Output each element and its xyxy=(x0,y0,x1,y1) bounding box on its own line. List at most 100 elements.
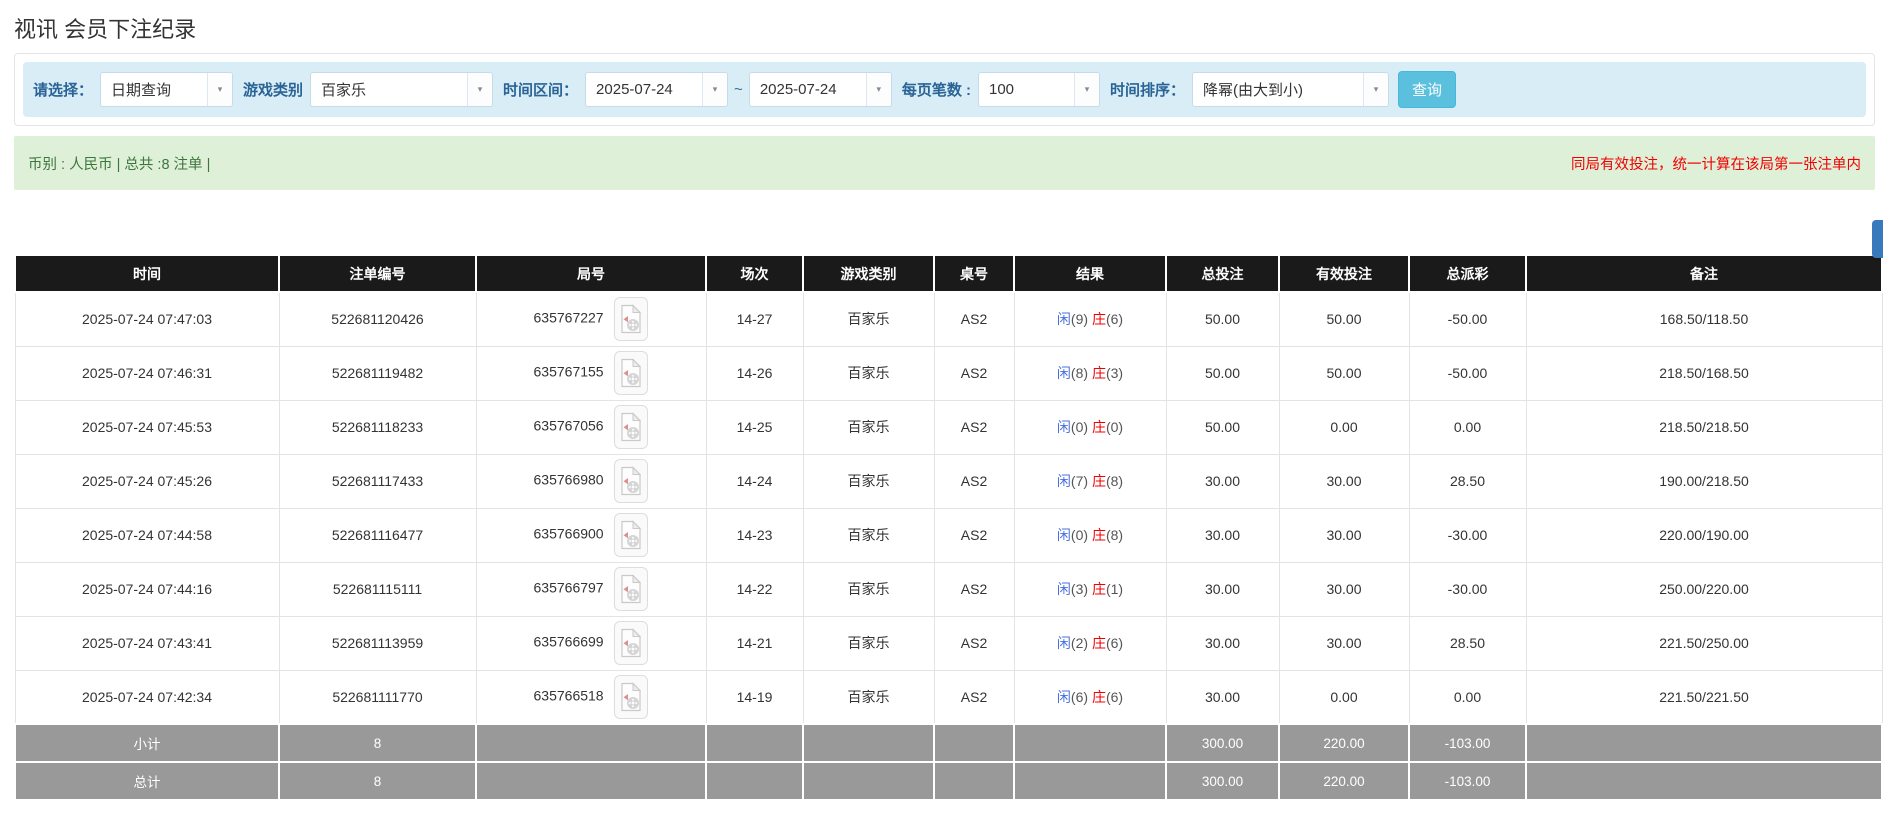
query-type-value: 日期查询 xyxy=(101,73,207,106)
time-sort-value: 降幂(由大到小) xyxy=(1193,73,1363,106)
table-row: 2025-07-24 07:44:16522681115111635766797… xyxy=(15,562,1882,616)
cell-result: 闲(0) 庄(8) xyxy=(1014,508,1166,562)
cell-session: 14-19 xyxy=(706,670,803,724)
cell-valid-bet: 0.00 xyxy=(1279,670,1409,724)
export-button-partial[interactable] xyxy=(1872,220,1883,258)
video-playback-icon[interactable] xyxy=(614,459,648,503)
filter-bar: 请选择： 日期查询 ▾ 游戏类别 百家乐 ▾ 时间区间： 2025-07-24 … xyxy=(23,62,1866,117)
cell-bet-id: 522681119482 xyxy=(279,346,476,400)
cell-payout: 0.00 xyxy=(1409,400,1526,454)
chevron-down-icon[interactable]: ▾ xyxy=(1363,73,1388,106)
empty-cell xyxy=(934,724,1014,762)
cell-note: 221.50/221.50 xyxy=(1526,670,1882,724)
cell-session: 14-23 xyxy=(706,508,803,562)
table-row: 2025-07-24 07:47:03522681120426635767227… xyxy=(15,292,1882,346)
cell-valid-bet: 30.00 xyxy=(1279,562,1409,616)
date-to-value: 2025-07-24 xyxy=(750,73,866,106)
subtotal-row: 小计 8 300.00 220.00 -103.00 xyxy=(15,724,1882,762)
cell-payout: -50.00 xyxy=(1409,346,1526,400)
cell-session: 14-22 xyxy=(706,562,803,616)
table-row: 2025-07-24 07:45:53522681118233635767056… xyxy=(15,400,1882,454)
cell-result: 闲(7) 庄(8) xyxy=(1014,454,1166,508)
subtotal-valid-bet: 220.00 xyxy=(1279,724,1409,762)
cell-note: 220.00/190.00 xyxy=(1526,508,1882,562)
total-valid-bet: 220.00 xyxy=(1279,762,1409,800)
query-type-select[interactable]: 日期查询 ▾ xyxy=(100,72,233,107)
cell-note: 168.50/118.50 xyxy=(1526,292,1882,346)
cell-table-no: AS2 xyxy=(934,562,1014,616)
col-header-note: 备注 xyxy=(1526,255,1882,292)
cell-table-no: AS2 xyxy=(934,508,1014,562)
chevron-down-icon[interactable]: ▾ xyxy=(467,73,492,106)
cell-valid-bet: 30.00 xyxy=(1279,616,1409,670)
cell-table-no: AS2 xyxy=(934,454,1014,508)
date-to-picker[interactable]: 2025-07-24 ▾ xyxy=(749,72,892,107)
cell-time: 2025-07-24 07:44:58 xyxy=(15,508,279,562)
col-header-round: 局号 xyxy=(476,255,706,292)
betting-records-table: 时间 注单编号 局号 场次 游戏类别 桌号 结果 总投注 有效投注 总派彩 备注… xyxy=(14,254,1883,801)
cell-payout: -50.00 xyxy=(1409,292,1526,346)
cell-note: 218.50/168.50 xyxy=(1526,346,1882,400)
filter-panel: 请选择： 日期查询 ▾ 游戏类别 百家乐 ▾ 时间区间： 2025-07-24 … xyxy=(14,53,1875,126)
cell-payout: 28.50 xyxy=(1409,454,1526,508)
cell-round: 635766518 xyxy=(476,670,706,724)
summary-warning-note: 同局有效投注，统一计算在该局第一张注单内 xyxy=(1571,153,1861,174)
cell-table-no: AS2 xyxy=(934,400,1014,454)
cell-payout: -30.00 xyxy=(1409,508,1526,562)
cell-total-bet: 50.00 xyxy=(1166,346,1279,400)
col-header-time: 时间 xyxy=(15,255,279,292)
table-row: 2025-07-24 07:44:58522681116477635766900… xyxy=(15,508,1882,562)
time-sort-select[interactable]: 降幂(由大到小) ▾ xyxy=(1192,72,1389,107)
cell-valid-bet: 0.00 xyxy=(1279,400,1409,454)
cell-result: 闲(9) 庄(6) xyxy=(1014,292,1166,346)
video-playback-icon[interactable] xyxy=(614,297,648,341)
total-row: 总计 8 300.00 220.00 -103.00 xyxy=(15,762,1882,800)
col-header-table-no: 桌号 xyxy=(934,255,1014,292)
cell-result: 闲(8) 庄(3) xyxy=(1014,346,1166,400)
cell-time: 2025-07-24 07:42:34 xyxy=(15,670,279,724)
search-button[interactable]: 查询 xyxy=(1398,71,1456,108)
per-page-label: 每页笔数 : xyxy=(902,79,971,100)
cell-game-type: 百家乐 xyxy=(803,454,934,508)
per-page-select[interactable]: 100 ▾ xyxy=(978,72,1100,107)
chevron-down-icon[interactable]: ▾ xyxy=(207,73,232,106)
cell-result: 闲(3) 庄(1) xyxy=(1014,562,1166,616)
video-playback-icon[interactable] xyxy=(614,405,648,449)
col-header-game-type: 游戏类别 xyxy=(803,255,934,292)
video-playback-icon[interactable] xyxy=(614,513,648,557)
subtotal-payout: -103.00 xyxy=(1409,724,1526,762)
cell-time: 2025-07-24 07:45:26 xyxy=(15,454,279,508)
game-type-select[interactable]: 百家乐 ▾ xyxy=(310,72,493,107)
chevron-down-icon[interactable]: ▾ xyxy=(702,73,727,106)
cell-total-bet: 50.00 xyxy=(1166,400,1279,454)
cell-round: 635767155 xyxy=(476,346,706,400)
cell-bet-id: 522681113959 xyxy=(279,616,476,670)
empty-cell xyxy=(1526,762,1882,800)
video-playback-icon[interactable] xyxy=(614,567,648,611)
game-type-value: 百家乐 xyxy=(311,73,467,106)
video-playback-icon[interactable] xyxy=(614,351,648,395)
cell-game-type: 百家乐 xyxy=(803,508,934,562)
video-playback-icon[interactable] xyxy=(614,621,648,665)
subtotal-total-bet: 300.00 xyxy=(1166,724,1279,762)
chevron-down-icon[interactable]: ▾ xyxy=(1074,73,1099,106)
chevron-down-icon[interactable]: ▾ xyxy=(866,73,891,106)
cell-payout: -30.00 xyxy=(1409,562,1526,616)
empty-cell xyxy=(934,762,1014,800)
cell-valid-bet: 30.00 xyxy=(1279,508,1409,562)
cell-table-no: AS2 xyxy=(934,346,1014,400)
cell-total-bet: 50.00 xyxy=(1166,292,1279,346)
total-count: 8 xyxy=(279,762,476,800)
cell-result: 闲(6) 庄(6) xyxy=(1014,670,1166,724)
empty-cell xyxy=(706,762,803,800)
subtotal-label: 小计 xyxy=(15,724,279,762)
video-playback-icon[interactable] xyxy=(614,675,648,719)
cell-session: 14-25 xyxy=(706,400,803,454)
cell-session: 14-24 xyxy=(706,454,803,508)
cell-total-bet: 30.00 xyxy=(1166,670,1279,724)
col-header-bet-id: 注单编号 xyxy=(279,255,476,292)
date-from-picker[interactable]: 2025-07-24 ▾ xyxy=(585,72,728,107)
cell-valid-bet: 50.00 xyxy=(1279,346,1409,400)
cell-total-bet: 30.00 xyxy=(1166,616,1279,670)
total-total-bet: 300.00 xyxy=(1166,762,1279,800)
